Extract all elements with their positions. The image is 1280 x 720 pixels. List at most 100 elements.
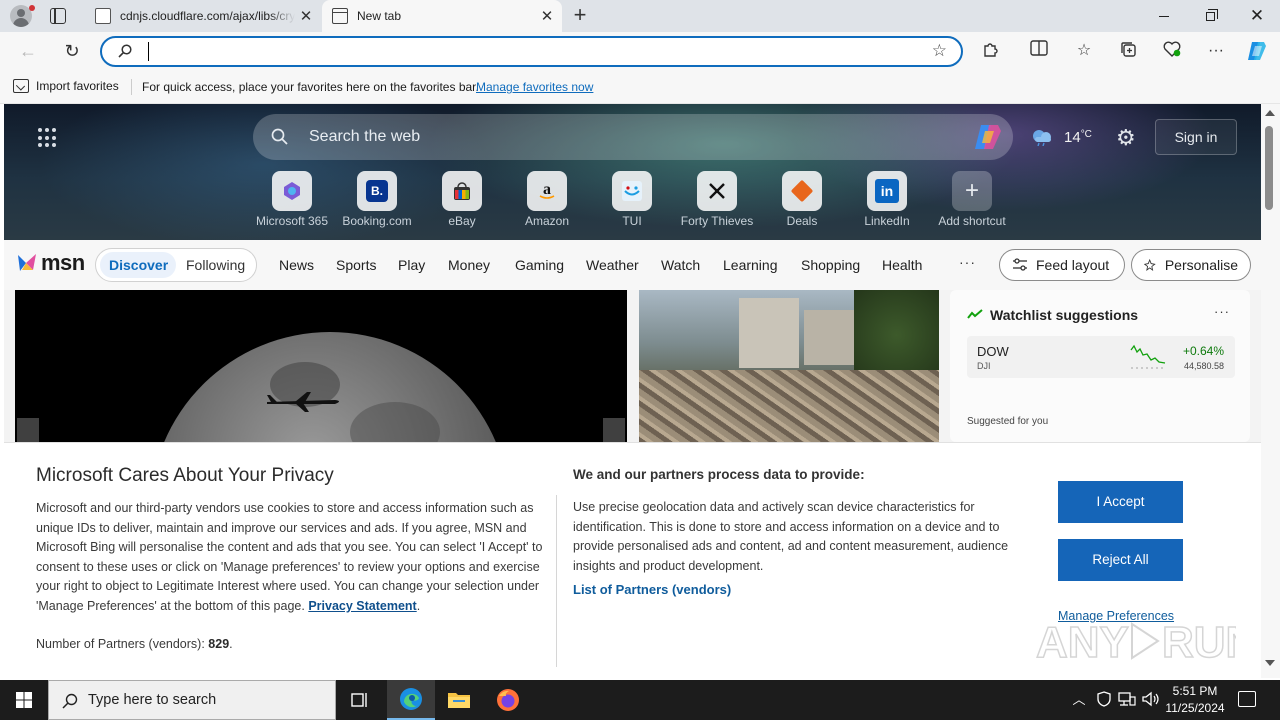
privacy-body-text: Microsoft and our third-party vendors us… [36, 501, 543, 613]
shortcut-add[interactable]: + Add shortcut [930, 171, 1014, 228]
tab-title: cdnjs.cloudflare.com/ajax/libs/crypto-js [120, 9, 295, 23]
shortcut-tui[interactable]: TUI [590, 171, 674, 228]
tab-new-tab[interactable]: New tab ✕ [322, 0, 562, 32]
carousel-prev-button[interactable] [17, 418, 39, 442]
nav-more-button[interactable]: ··· [959, 254, 976, 270]
privacy-statement-link[interactable]: Privacy Statement [308, 599, 416, 613]
collections-icon[interactable] [1117, 40, 1139, 62]
news-card-image[interactable] [639, 290, 939, 442]
partners-count: Number of Partners (vendors): 829. [36, 637, 233, 651]
shortcut-deals[interactable]: Deals [760, 171, 844, 228]
collections-shape-icon [1121, 42, 1136, 57]
show-hidden-icons-chevron-icon[interactable]: ︿ [1070, 691, 1088, 709]
new-tab-button[interactable]: + [568, 4, 592, 28]
nav-health[interactable]: Health [882, 257, 922, 273]
sign-in-button[interactable]: Sign in [1155, 119, 1237, 155]
stock-row-dow[interactable]: DOW DJI +0.64% 44,580.58 [967, 336, 1235, 378]
shortcut-label: Microsoft 365 [255, 214, 329, 228]
tab-discover[interactable]: Discover [109, 257, 168, 273]
carousel-next-button[interactable] [603, 418, 625, 442]
page-settings-gear-icon[interactable]: ⚙ [1116, 125, 1136, 151]
split-screen-icon[interactable] [1028, 40, 1050, 62]
folder-icon [448, 693, 470, 708]
notification-center-icon[interactable] [1238, 691, 1256, 707]
weather-widget[interactable]: 14°C [1030, 128, 1092, 146]
tab-cdnjs[interactable]: cdnjs.cloudflare.com/ajax/libs/crypto-js… [85, 0, 321, 32]
watchlist-more-button[interactable]: ··· [1214, 304, 1230, 319]
copilot-search-icon[interactable] [973, 123, 1003, 151]
extensions-icon[interactable] [980, 40, 1002, 62]
favorites-divider [131, 79, 132, 95]
tab-actions-icon[interactable] [50, 8, 66, 24]
shortcut-booking[interactable]: B. Booking.com [335, 171, 419, 228]
network-icon[interactable] [1118, 691, 1136, 709]
close-tab-icon[interactable]: ✕ [536, 7, 558, 25]
settings-more-icon[interactable]: ··· [1205, 40, 1227, 62]
stock-value: 44,580.58 [1183, 361, 1224, 371]
reject-all-button[interactable]: Reject All [1058, 539, 1183, 581]
web-search-placeholder: Search the web [309, 128, 421, 145]
minimize-button[interactable] [1141, 0, 1187, 32]
building-image [804, 310, 854, 365]
scroll-down-arrow-icon[interactable] [1265, 660, 1275, 666]
weather-temp: 14 [1064, 128, 1081, 146]
taskbar-file-explorer[interactable] [435, 680, 483, 720]
nav-news[interactable]: News [279, 257, 314, 273]
nav-money[interactable]: Money [448, 257, 490, 273]
favorites-icon[interactable]: ☆ [1073, 40, 1095, 62]
address-bar[interactable]: ☆ [100, 36, 963, 67]
app-launcher-icon[interactable] [38, 128, 58, 148]
system-clock[interactable]: 5:51 PM 11/25/2024 [1164, 683, 1226, 717]
privacy-body: Microsoft and our third-party vendors us… [36, 499, 546, 617]
nav-learning[interactable]: Learning [723, 257, 778, 273]
scroll-up-arrow-icon[interactable] [1265, 110, 1275, 116]
close-window-button[interactable]: ✕ [1234, 0, 1280, 32]
task-view-button[interactable] [336, 680, 384, 720]
personalise-button[interactable]: Personalise [1131, 249, 1251, 281]
top-story-carousel[interactable] [15, 290, 627, 442]
refresh-button[interactable]: ↻ [57, 36, 87, 66]
favorites-message: For quick access, place your favorites h… [142, 80, 479, 94]
close-tab-icon[interactable]: ✕ [295, 7, 317, 25]
taskbar-search-box[interactable]: Type here to search [48, 680, 336, 720]
taskbar-edge[interactable] [387, 680, 435, 720]
tab-following[interactable]: Following [186, 257, 245, 273]
manage-favorites-link[interactable]: Manage favorites now [476, 80, 593, 94]
taskbar-firefox[interactable] [484, 680, 532, 720]
feed-layout-button[interactable]: Feed layout [999, 249, 1125, 281]
nav-sports[interactable]: Sports [336, 257, 376, 273]
start-button[interactable] [0, 680, 48, 720]
stock-change: +0.64% [1182, 344, 1224, 358]
shortcut-ebay[interactable]: eBay [420, 171, 504, 228]
nav-shopping[interactable]: Shopping [801, 257, 860, 273]
list-of-partners-link[interactable]: List of Partners (vendors) [573, 582, 731, 597]
address-input[interactable] [148, 42, 908, 61]
add-favorite-star-icon[interactable]: ☆ [932, 41, 947, 61]
deals-icon [782, 171, 822, 211]
nav-watch[interactable]: Watch [661, 257, 700, 273]
copilot-icon[interactable] [1246, 40, 1268, 62]
shortcut-forty-thieves[interactable]: Forty Thieves [675, 171, 759, 228]
page-scrollbar[interactable] [1261, 104, 1280, 678]
defender-tray-icon[interactable] [1095, 691, 1113, 709]
tui-icon [612, 171, 652, 211]
watchlist-card: Watchlist suggestions ··· DOW DJI +0.64%… [950, 290, 1250, 442]
back-button[interactable]: ← [13, 36, 43, 66]
import-favorites-button[interactable]: Import favorites [13, 79, 119, 93]
scroll-thumb[interactable] [1265, 126, 1273, 210]
restore-button[interactable] [1187, 0, 1233, 32]
search-icon [118, 44, 132, 58]
nav-play[interactable]: Play [398, 257, 425, 273]
msn-logo[interactable]: msn [16, 250, 85, 276]
web-search-box[interactable]: Search the web [253, 114, 1013, 160]
sparkle-star-icon [1144, 258, 1156, 272]
shortcut-amazon[interactable]: a Amazon [505, 171, 589, 228]
browser-essentials-icon[interactable] [1161, 40, 1183, 62]
nav-gaming[interactable]: Gaming [515, 257, 564, 273]
shortcut-linkedin[interactable]: in LinkedIn [845, 171, 929, 228]
watchlist-title: Watchlist suggestions [990, 307, 1139, 323]
accept-button[interactable]: I Accept [1058, 481, 1183, 523]
shortcut-microsoft-365[interactable]: Microsoft 365 [250, 171, 334, 228]
nav-weather[interactable]: Weather [586, 257, 639, 273]
volume-icon[interactable] [1142, 691, 1160, 709]
